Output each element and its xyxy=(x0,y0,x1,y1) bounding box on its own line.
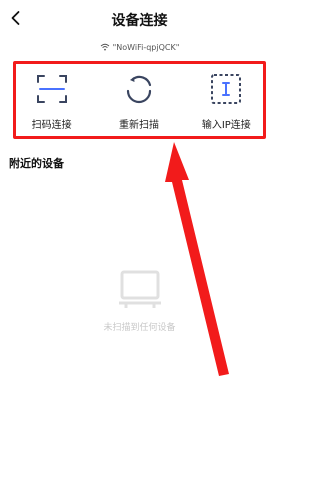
refresh-icon xyxy=(126,75,152,104)
ip-connect-label: 输入IP连接 xyxy=(201,120,251,131)
scan-qr-icon xyxy=(36,75,67,103)
page-title: 设备连接 xyxy=(111,13,168,29)
header: 设备连接 xyxy=(0,0,279,36)
wifi-status: "NoWiFi-qpjQCK" xyxy=(0,41,279,53)
scan-qr-label: 扫码连接 xyxy=(31,120,72,131)
tv-icon xyxy=(118,270,161,308)
scan-qr-button[interactable]: 扫码连接 xyxy=(8,60,95,134)
wifi-ssid: "NoWiFi-qpjQCK" xyxy=(112,42,180,52)
empty-state: 未扫描到任何设备 xyxy=(0,268,279,333)
ip-connect-button[interactable]: 输入IP连接 xyxy=(183,60,270,134)
empty-message: 未扫描到任何设备 xyxy=(103,323,176,333)
ip-input-icon xyxy=(211,74,242,104)
rescan-label: 重新扫描 xyxy=(118,120,159,131)
connect-actions: 扫码连接 重新扫描 输入IP连接 xyxy=(8,60,270,134)
nearby-devices-title: 附近的设备 xyxy=(9,157,64,170)
wifi-icon xyxy=(100,43,109,51)
rescan-button[interactable]: 重新扫描 xyxy=(95,60,182,134)
